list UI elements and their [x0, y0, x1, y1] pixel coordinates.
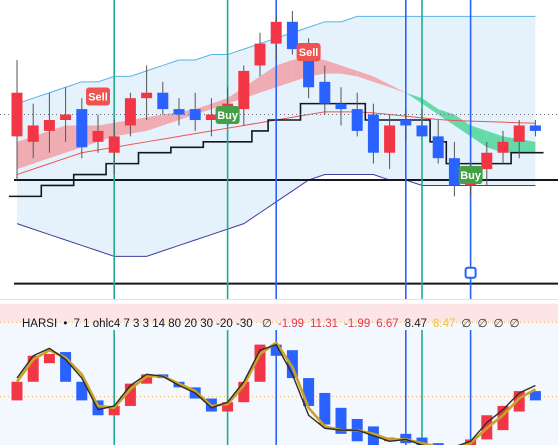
indicator-value-2: 11.31	[310, 318, 339, 330]
candle-body-11	[189, 109, 201, 120]
chart-stage: Sell Buy Sell Buy HARSI • 7 1 ohlc4 7 3 3 1…	[0, 0, 558, 445]
indicator-value-6: 8.47	[433, 318, 456, 330]
indicator-value-3: -1.99	[344, 318, 371, 330]
candle-body-14	[238, 70, 250, 110]
candle-body-15	[254, 43, 266, 66]
candle-body-26	[432, 136, 444, 159]
indicator-value-0: ∅	[261, 318, 272, 330]
harsi-candle-2	[43, 353, 55, 364]
candle-body-8	[141, 92, 153, 99]
candle-body-4	[76, 109, 88, 148]
signal-buy-label-3: Buy	[460, 170, 482, 182]
indicator-value-10: ∅	[509, 318, 520, 330]
candle-body-16	[270, 21, 282, 44]
price-chart-pane: Sell Buy Sell Buy	[0, 0, 558, 300]
candle-body-2	[43, 120, 55, 131]
signal-sell-label-2: Sell	[299, 47, 319, 59]
candle-body-31	[513, 125, 525, 142]
indicator-value-7: ∅	[461, 318, 472, 330]
candle-body-24	[400, 120, 412, 126]
indicator-values: ∅ -1.99 11.31 -1.99 6.67 8.47 8.47 ∅ ∅ ∅ ∅	[256, 318, 520, 330]
candle-body-29	[481, 152, 493, 170]
candle-body-0	[11, 92, 23, 137]
indicator-value-5: 8.47	[404, 318, 428, 330]
signal-sell-label-0: Sell	[88, 92, 108, 104]
selection-handle	[464, 266, 477, 279]
pane-divider	[0, 299, 558, 300]
indicator-value-9: ∅	[493, 318, 504, 330]
candle-body-32	[529, 125, 541, 131]
indicator-dot: •	[63, 318, 68, 330]
candle-body-17	[286, 21, 298, 50]
candle-body-3	[60, 114, 72, 120]
candle-body-12	[205, 114, 217, 120]
candle-body-5	[92, 130, 104, 142]
harsi-candle-18	[303, 378, 315, 406]
harsi-candle-0	[11, 381, 23, 401]
candle-body-1	[27, 125, 39, 142]
candle-body-30	[497, 141, 509, 153]
candle-body-10	[173, 109, 185, 115]
indicator-value-8: ∅	[477, 318, 488, 330]
candle-body-7	[124, 98, 136, 126]
signal-buy-label-1: Buy	[217, 110, 239, 122]
candle-body-22	[367, 114, 379, 153]
candle-body-23	[384, 125, 396, 153]
indicator-legend[interactable]: HARSI • 7 1 ohlc4 7 3 3 14 80 20 30 -20 …	[22, 316, 520, 330]
indicator-value-1: -1.99	[277, 318, 305, 330]
candle-body-25	[416, 125, 428, 137]
candle-body-6	[108, 136, 120, 153]
candle-body-19	[319, 81, 331, 104]
candle-body-21	[351, 109, 363, 131]
candle-body-9	[157, 92, 169, 110]
indicator-name[interactable]: HARSI	[22, 318, 57, 330]
candle-body-27	[448, 158, 460, 186]
candle-body-20	[335, 103, 347, 110]
indicator-value-4: 6.67	[376, 318, 399, 330]
indicator-params: 7 1 ohlc4 7 3 3 14 80 20 30 -20 -30	[73, 318, 253, 330]
harsi-candle-19	[319, 392, 331, 425]
